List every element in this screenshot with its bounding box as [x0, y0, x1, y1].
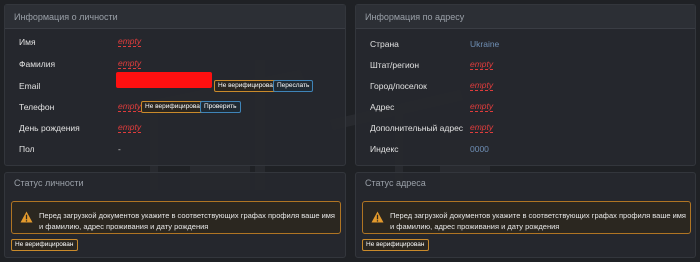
field-label: Email — [19, 81, 41, 91]
first-name-value[interactable]: empty — [118, 36, 142, 47]
email-resend-button[interactable]: Переслать — [273, 80, 314, 92]
personal-status-title: Статус личности — [14, 178, 84, 188]
birthday-value[interactable]: empty — [118, 122, 142, 133]
alert-line-2: и фамилию, адрес проживания и дату рожде… — [39, 222, 209, 231]
email-redacted-value — [116, 72, 212, 88]
field-label: Телефон — [19, 102, 55, 112]
alert-message: Перед загрузкой документов укажите в соо… — [390, 210, 690, 232]
gender-row: Пол - — [19, 143, 339, 155]
last-name-row: Фамилия empty — [19, 58, 339, 70]
birthday-row: День рождения empty — [19, 122, 339, 134]
postal-code-row: Индекс 0000 — [370, 143, 690, 155]
region-value[interactable]: empty — [470, 59, 494, 70]
city-row: Город/поселок empty — [370, 80, 690, 92]
city-value[interactable]: empty — [470, 80, 494, 91]
phone-verify-button[interactable]: Проверить — [200, 101, 241, 113]
phone-value[interactable]: empty — [118, 101, 142, 112]
alert-line-1: Перед загрузкой документов укажите в соо… — [39, 211, 335, 220]
alert-line-2: и фамилию, адрес проживания и дату рожде… — [390, 222, 560, 231]
personal-status-alert: Перед загрузкой документов укажите в соо… — [11, 201, 341, 234]
region-row: Штат/регион empty — [370, 59, 690, 71]
personal-not-verified-badge: Не верифицирован — [11, 239, 78, 251]
warning-icon — [371, 211, 384, 223]
address-status-panel: Статус адреса Перед загрузкой документов… — [355, 172, 696, 258]
personal-info-title: Информация о личности — [5, 5, 345, 29]
phone-row: Телефон empty Не верифицирован Проверить — [19, 101, 339, 113]
warning-icon — [20, 211, 33, 223]
field-label: Пол — [19, 144, 35, 154]
additional-address-row: Дополнительный адрес empty — [370, 122, 690, 134]
gender-value[interactable]: - — [118, 143, 121, 155]
field-label: Страна — [370, 39, 399, 49]
address-not-verified-badge: Не верифицирован — [362, 239, 429, 251]
email-not-verified-badge: Не верифицирован — [214, 80, 281, 92]
first-name-row: Имя empty — [19, 36, 339, 48]
address-status-title: Статус адреса — [365, 178, 426, 188]
email-row: Email Не верифицирован Переслать — [19, 72, 339, 92]
country-row: Страна Ukraine — [370, 38, 690, 50]
field-label: Штат/регион — [370, 60, 420, 70]
field-label: Адрес — [370, 102, 395, 112]
address-status-alert: Перед загрузкой документов укажите в соо… — [362, 201, 691, 234]
street-address-value[interactable]: empty — [470, 101, 494, 112]
field-label: Имя — [19, 37, 36, 47]
country-value[interactable]: Ukraine — [470, 38, 499, 50]
alert-message: Перед загрузкой документов укажите в соо… — [39, 210, 339, 232]
last-name-value[interactable]: empty — [118, 58, 142, 69]
phone-not-verified-badge: Не верифицирован — [141, 101, 208, 113]
field-label: Фамилия — [19, 59, 56, 69]
street-address-row: Адрес empty — [370, 101, 690, 113]
field-label: Индекс — [370, 144, 399, 154]
field-label: Дополнительный адрес — [370, 123, 464, 133]
personal-status-panel: Статус личности Перед загрузкой документ… — [4, 172, 346, 258]
address-info-title: Информация по адресу — [356, 5, 695, 29]
alert-line-1: Перед загрузкой документов укажите в соо… — [390, 211, 686, 220]
field-label: День рождения — [19, 123, 80, 133]
field-label: Город/поселок — [370, 81, 427, 91]
additional-address-value[interactable]: empty — [470, 122, 494, 133]
postal-code-value[interactable]: 0000 — [470, 143, 489, 155]
personal-info-panel: Информация о личности Имя empty Фамилия … — [4, 4, 346, 166]
address-info-panel: Информация по адресу Страна Ukraine Штат… — [355, 4, 696, 166]
